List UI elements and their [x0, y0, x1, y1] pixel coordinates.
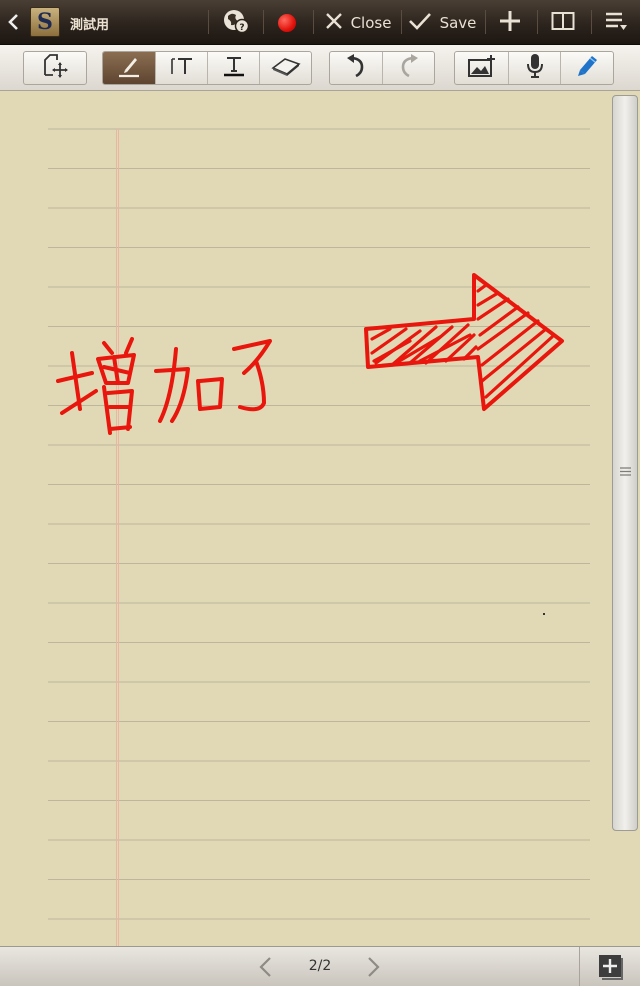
- prev-page-button[interactable]: [257, 956, 275, 982]
- drawn-arrow: [364, 273, 564, 411]
- page-navigation-bar: 2/2: [0, 946, 640, 986]
- text-box-button[interactable]: [156, 52, 208, 84]
- svg-text:?: ?: [239, 23, 244, 33]
- title-bar: S 測試用 ? Close Save: [0, 0, 640, 45]
- undo-icon: [344, 53, 368, 83]
- undo-button[interactable]: [330, 52, 383, 84]
- record-icon: [278, 13, 296, 32]
- text-icon: [222, 54, 246, 82]
- stray-ink-dot: [543, 613, 545, 615]
- microphone-icon: [524, 53, 546, 83]
- insert-image-button[interactable]: [455, 52, 509, 84]
- save-button[interactable]: Save: [404, 0, 480, 45]
- separator: [208, 10, 209, 34]
- close-button[interactable]: Close: [318, 0, 398, 45]
- pen-settings-icon: [574, 53, 600, 83]
- voice-record-button[interactable]: [509, 52, 561, 84]
- text-box-icon: [169, 55, 195, 81]
- pen-icon: [116, 53, 142, 83]
- split-view-icon: [551, 11, 575, 35]
- check-icon: [408, 11, 432, 35]
- tool-bar: [0, 45, 640, 91]
- input-tools-group: [102, 51, 312, 85]
- add-note-button[interactable]: [488, 0, 532, 45]
- add-page-button[interactable]: [598, 954, 624, 984]
- plus-icon: [499, 10, 521, 36]
- menu-button[interactable]: [594, 0, 638, 45]
- page-indicator: 2/2: [308, 958, 332, 974]
- logo-letter: S: [37, 9, 53, 35]
- chevron-right-icon: [364, 957, 382, 982]
- note-title[interactable]: 測試用: [70, 14, 109, 33]
- separator: [313, 10, 314, 34]
- insert-image-icon: [467, 54, 497, 82]
- separator: [401, 10, 402, 34]
- chevron-left-icon: [257, 957, 275, 982]
- selection-mode-button[interactable]: [24, 52, 86, 84]
- globe-help-icon: ?: [222, 7, 250, 39]
- add-page-icon: [598, 955, 624, 984]
- separator: [537, 10, 538, 34]
- selection-mode-icon: [41, 53, 69, 83]
- snote-logo-icon[interactable]: S: [30, 7, 60, 37]
- eraser-icon: [270, 55, 301, 81]
- selection-group: [23, 51, 87, 85]
- next-page-button[interactable]: [364, 956, 382, 982]
- redo-button[interactable]: [383, 52, 434, 84]
- chevron-left-icon[interactable]: [6, 12, 22, 32]
- redo-icon: [397, 53, 421, 83]
- insert-group: [454, 51, 614, 85]
- separator: [579, 947, 580, 986]
- pen-settings-button[interactable]: [561, 52, 613, 84]
- separator: [263, 10, 264, 34]
- menu-icon: [604, 10, 628, 36]
- scroll-grip-icon[interactable]: [620, 461, 631, 476]
- globe-help-button[interactable]: ?: [214, 0, 258, 45]
- pen-tool-button[interactable]: [103, 52, 156, 84]
- record-button[interactable]: [266, 0, 308, 45]
- eraser-button[interactable]: [260, 52, 311, 84]
- close-label: Close: [350, 13, 392, 32]
- history-group: [329, 51, 435, 85]
- text-tool-button[interactable]: [208, 52, 260, 84]
- save-label: Save: [439, 13, 477, 32]
- separator: [485, 10, 486, 34]
- close-icon: [325, 12, 343, 34]
- separator: [591, 10, 592, 34]
- note-canvas[interactable]: [0, 91, 640, 947]
- vertical-scrollbar[interactable]: [612, 95, 638, 831]
- layout-button[interactable]: [540, 0, 586, 45]
